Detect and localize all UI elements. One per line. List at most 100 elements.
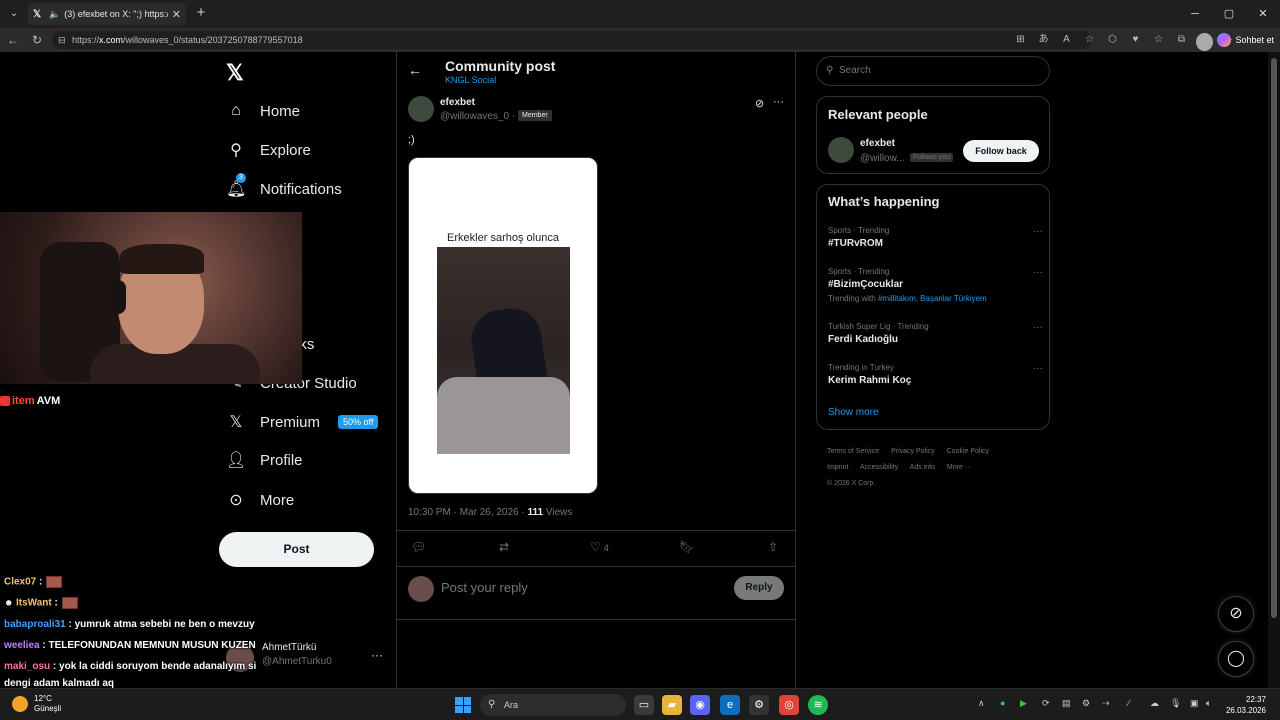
refresh-icon[interactable]: ↻ <box>28 31 46 49</box>
volume-icon[interactable]: 🔈︎ <box>1206 698 1211 709</box>
microphone-icon[interactable]: 🎙︎ <box>1170 698 1181 709</box>
follow-back-button[interactable]: Follow back <box>963 140 1039 162</box>
trend-more-icon[interactable]: ··· <box>1033 226 1043 237</box>
tray-app-icon[interactable]: ☁ <box>1150 698 1159 709</box>
trend-item[interactable]: Sports · Trending #TURvROM ··· <box>828 226 1043 249</box>
nav-item-premium[interactable]: 𝕏 Premium 50% off <box>226 409 379 435</box>
post-author-handle[interactable]: @willowaves_0 · <box>440 111 515 122</box>
trend-item[interactable]: Turkish Super Lig · Trending Ferdi Kadıo… <box>828 322 1043 345</box>
translate-icon[interactable]: あ <box>1035 31 1052 49</box>
person-handle[interactable]: @willow... <box>860 153 905 164</box>
avatar[interactable] <box>408 96 434 122</box>
tray-app-icon[interactable]: ⇢ <box>1102 698 1110 709</box>
clock-time: 22:37 <box>1245 695 1266 704</box>
windows-start-icon[interactable] <box>455 697 471 713</box>
footer-link[interactable]: Terms of Service <box>827 448 879 455</box>
like-button[interactable]: ♡ 4 <box>590 540 609 554</box>
window-close-icon[interactable]: ✕ <box>1246 0 1280 28</box>
chrome-icon[interactable]: ◎ <box>779 695 799 715</box>
edge-icon[interactable]: e <box>720 695 740 715</box>
favorite-star-icon[interactable]: ☆ <box>1081 31 1098 49</box>
copilot-button[interactable]: Sohbet et <box>1217 31 1274 49</box>
tray-app-icon[interactable]: ● <box>1000 698 1005 708</box>
footer-link[interactable]: Cookie Policy <box>947 448 989 455</box>
tray-steam-icon[interactable]: ⚙ <box>1082 698 1090 709</box>
trend-item[interactable]: Trending in Turkey Kerim Rahmi Koç ··· <box>828 363 1043 386</box>
account-more-icon[interactable]: ··· <box>371 648 383 662</box>
discord-icon[interactable]: ◉ <box>690 695 710 715</box>
footer-link[interactable]: Imprint <box>827 464 848 471</box>
footer-link[interactable]: More ··· <box>947 464 972 471</box>
taskbar-search[interactable]: ⚲ Ara <box>480 694 626 716</box>
share-icon[interactable]: ⇧ <box>768 540 778 554</box>
footer-link[interactable]: Ads info <box>910 464 935 471</box>
video-frame[interactable] <box>437 247 570 454</box>
post-time[interactable]: 10:30 PM · Mar 26, 2026 · <box>408 507 525 518</box>
follows-you-badge: Follows you <box>910 153 953 162</box>
browser-tab[interactable]: 𝕏 🔈 (3) efexbet on X: ";) https://t.co ✕ <box>28 3 186 25</box>
network-icon[interactable]: ▣ <box>1190 698 1199 709</box>
tray-app-icon[interactable]: ▤ <box>1062 698 1071 709</box>
trend-item[interactable]: Sports · Trending #BizimÇocuklar Trendin… <box>828 267 1043 303</box>
tray-app-icon[interactable]: ∕ <box>1128 698 1130 708</box>
minimize-icon[interactable]: ─ <box>1178 0 1212 28</box>
messages-fab-icon[interactable]: ◯ <box>1218 641 1254 677</box>
tab-close-icon[interactable]: ✕ <box>172 8 181 21</box>
nav-item-explore[interactable]: ⚲ Explore <box>226 137 311 163</box>
community-link[interactable]: KNGL Social <box>445 75 496 85</box>
steam-icon[interactable]: ⚙ <box>749 695 769 715</box>
footer-link[interactable]: Accessibility <box>860 464 898 471</box>
person-name[interactable]: efexbet <box>860 138 895 149</box>
show-more-link[interactable]: Show more <box>828 407 879 418</box>
maximize-icon[interactable]: ▢ <box>1212 0 1246 28</box>
read-aloud-icon[interactable]: A <box>1058 31 1075 49</box>
repost-icon[interactable]: ⇄ <box>499 540 509 554</box>
app-available-icon[interactable]: ⊞ <box>1012 31 1029 49</box>
nav-item-home[interactable]: ⌂ Home <box>226 98 300 124</box>
tab-list-chevron-icon[interactable]: ⌄ <box>4 4 24 24</box>
nav-item-more[interactable]: ⊙ More <box>226 487 294 513</box>
task-view-icon[interactable]: ▭ <box>634 695 654 715</box>
address-bar[interactable]: ⊟ https://x.com/willowaves_0/status/2037… <box>52 31 1092 49</box>
tray-overflow-icon[interactable]: ∧ <box>978 698 985 709</box>
reply-button[interactable]: Reply <box>734 576 784 600</box>
profile-avatar-icon[interactable] <box>1196 31 1213 51</box>
trend-more-icon[interactable]: ··· <box>1033 267 1043 278</box>
x-logo-icon[interactable]: 𝕏 <box>226 60 246 85</box>
trend-more-icon[interactable]: ··· <box>1033 363 1043 374</box>
reply-icon[interactable]: 💬︎ <box>411 540 426 554</box>
new-tab-plus-icon[interactable]: + <box>192 4 210 22</box>
reply-input[interactable]: Post your reply <box>441 580 528 595</box>
avatar[interactable] <box>828 137 854 163</box>
tray-play-icon[interactable]: ▶ <box>1020 698 1027 709</box>
scrollbar-thumb[interactable] <box>1271 58 1277 618</box>
page-scrollbar[interactable] <box>1268 52 1280 688</box>
favorites-icon[interactable]: ☆ <box>1150 31 1167 49</box>
post-more-icon[interactable]: ··· <box>773 96 784 108</box>
system-clock[interactable]: 22:37 26.03.2026 <box>1226 694 1266 716</box>
back-arrow-icon[interactable]: ← <box>4 31 22 49</box>
trend-more-icon[interactable]: ··· <box>1033 322 1043 333</box>
collections-icon[interactable]: ⧉ <box>1173 31 1190 49</box>
footer-link[interactable]: Privacy Policy <box>891 448 935 455</box>
grok-fab-icon[interactable]: ⊘ <box>1218 596 1254 632</box>
nav-item-profile[interactable]: 👤︎ Profile <box>226 447 303 473</box>
site-info-icon[interactable]: ⊟ <box>58 31 66 49</box>
grok-icon[interactable]: ⊘ <box>755 97 764 110</box>
search-input[interactable]: ⚲ Search <box>816 56 1050 86</box>
extensions-icon[interactable]: ⬡ <box>1104 31 1121 49</box>
trend-sub-links[interactable]: #millitakım, Başanlar Türkiyem <box>878 294 987 303</box>
bookmark-icon[interactable]: 🔖︎ <box>679 540 694 554</box>
account-handle: @AhmetTurku0 <box>262 656 332 667</box>
post-author-name[interactable]: efexbet <box>440 97 475 108</box>
file-explorer-icon[interactable]: ▰ <box>662 695 682 715</box>
weather-widget[interactable]: 12°C Güneşli <box>12 694 61 714</box>
post-media-video[interactable]: Erkekler sarhoş olunca <box>408 157 598 494</box>
back-arrow-icon[interactable]: ← <box>408 62 422 78</box>
browser-essentials-icon[interactable]: ♥ <box>1127 31 1144 49</box>
tray-app-icon[interactable]: ⟳ <box>1042 698 1050 709</box>
spotify-icon[interactable]: ≋ <box>808 695 828 715</box>
speaker-icon[interactable]: 🔈 <box>49 9 60 20</box>
post-button[interactable]: Post <box>219 532 374 567</box>
nav-item-notifications[interactable]: 🔔︎ 3 Notifications <box>226 173 342 202</box>
